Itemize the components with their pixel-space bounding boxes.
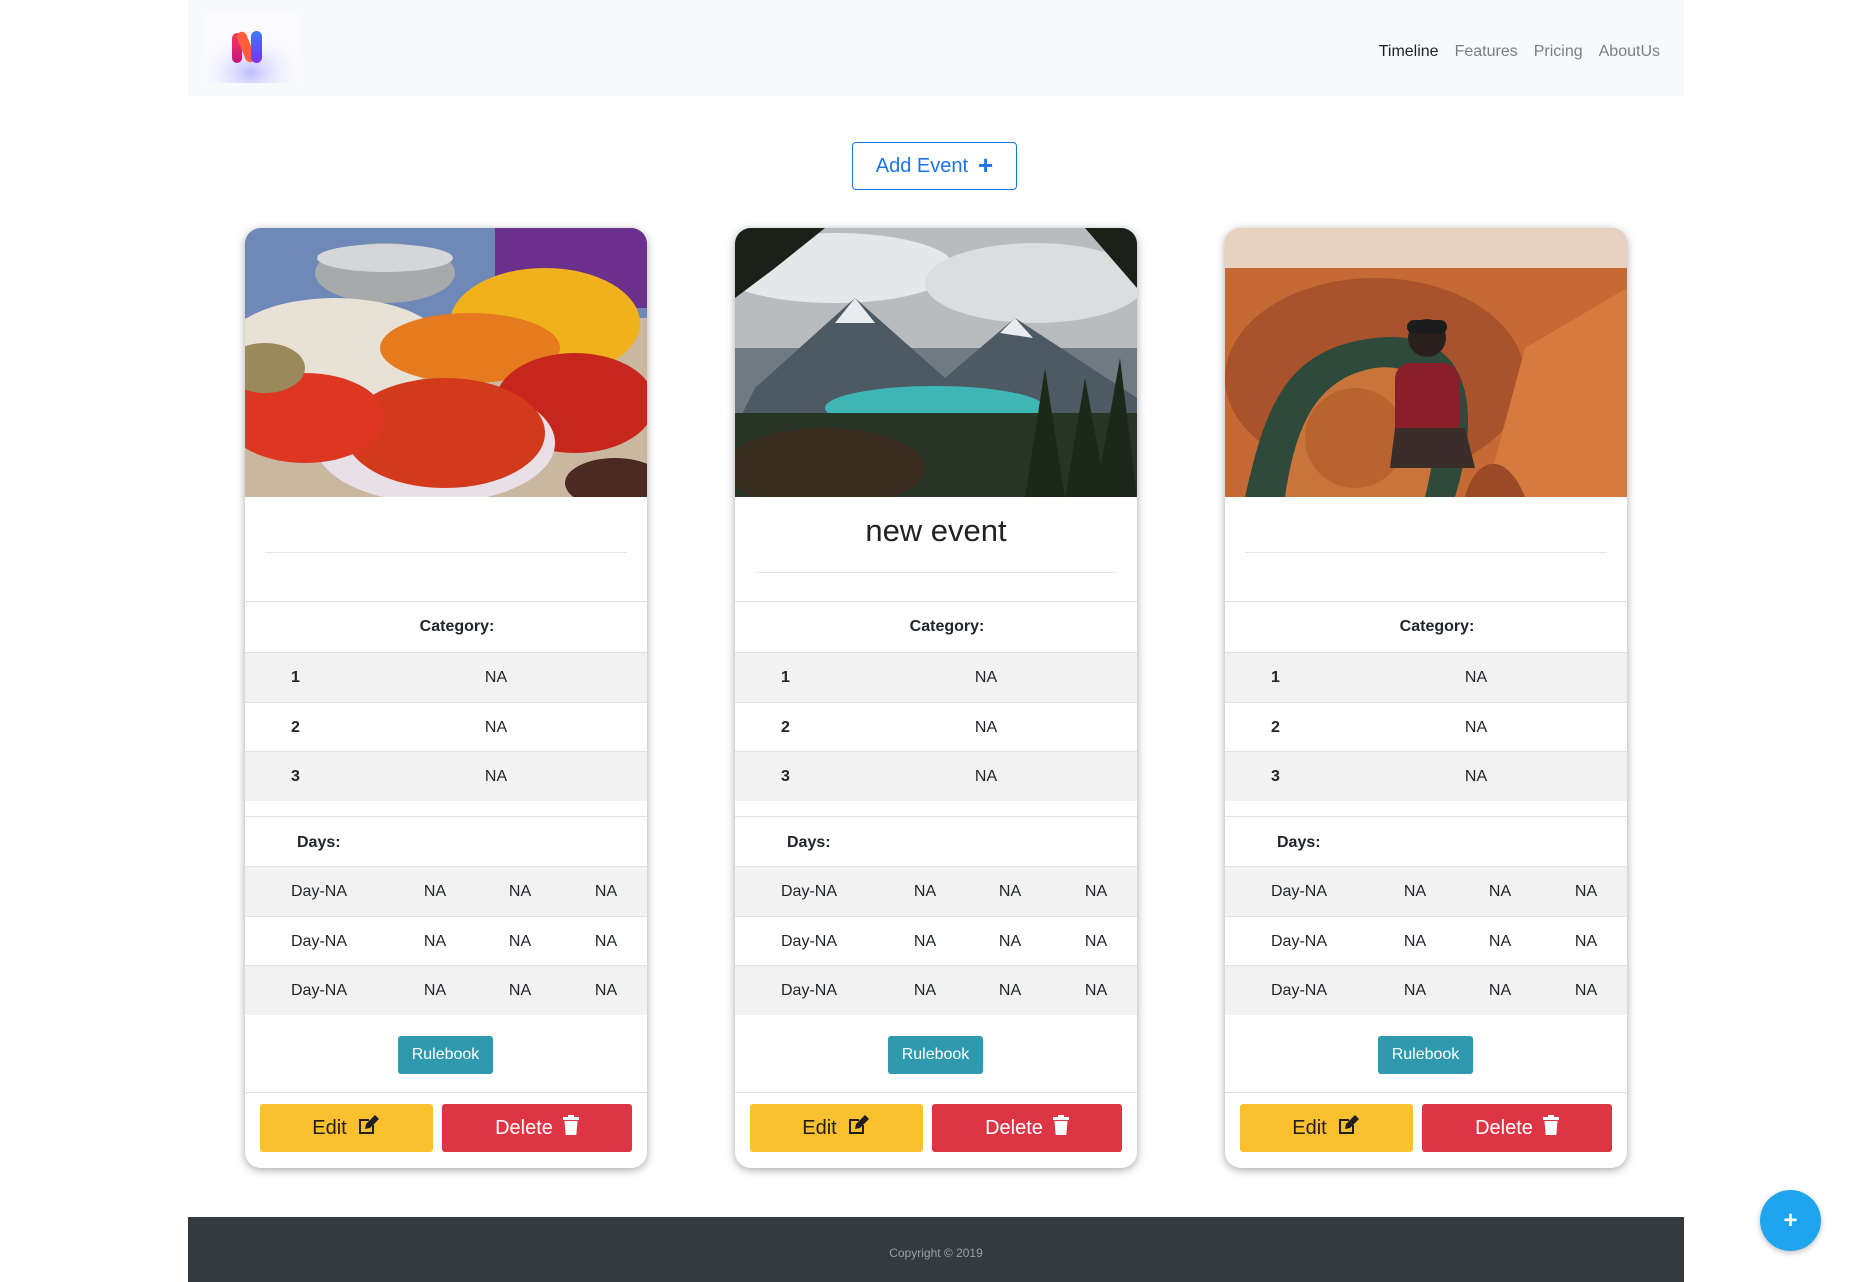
rulebook-button[interactable]: Rulebook <box>888 1036 983 1074</box>
divider <box>1225 1092 1627 1093</box>
delete-button[interactable]: Delete <box>932 1104 1122 1152</box>
edit-label: Edit <box>802 1116 837 1139</box>
event-card: Category: 1 NA 2 NA 3 NA Days: Day-NA NA NA NA… <box>1225 228 1627 1168</box>
trash-icon <box>1052 1115 1069 1141</box>
nav-link-timeline[interactable]: Timeline <box>1379 43 1439 61</box>
days-header: Days: <box>297 834 341 851</box>
delete-label: Delete <box>1475 1116 1533 1139</box>
trash-icon <box>562 1115 579 1141</box>
divider <box>245 1092 647 1093</box>
category-header: Category: <box>909 618 985 635</box>
days-header: Days: <box>1277 834 1321 851</box>
day-row: Day-NA NA NA NA <box>1225 867 1627 916</box>
divider <box>735 1092 1137 1093</box>
category-row: 2 NA <box>781 719 998 736</box>
rulebook-button[interactable]: Rulebook <box>1378 1036 1473 1074</box>
edit-label: Edit <box>312 1116 347 1139</box>
add-event-label: Add Event <box>875 154 969 177</box>
day-row: Day-NA NA NA NA <box>735 867 1137 916</box>
title-divider <box>1245 552 1607 553</box>
event-image-spices <box>245 228 647 497</box>
rulebook-button[interactable]: Rulebook <box>398 1036 493 1074</box>
page: Timeline Features Pricing AboutUs Add Ev… <box>0 0 1857 1282</box>
event-card: Category: 1 NA 2 NA 3 NA Days: Day-NA NA NA NA… <box>245 228 647 1168</box>
category-row: 2 NA <box>291 719 508 736</box>
title-divider <box>755 572 1117 573</box>
navbar: Timeline Features Pricing AboutUs <box>188 0 1684 96</box>
delete-button[interactable]: Delete <box>442 1104 632 1152</box>
edit-icon <box>357 1114 381 1142</box>
event-title: new event <box>865 513 1007 548</box>
floating-add-button[interactable]: + <box>1760 1190 1821 1251</box>
edit-button[interactable]: Edit <box>260 1104 433 1152</box>
brand-logo[interactable] <box>203 13 298 83</box>
event-image-mountain <box>735 228 1137 497</box>
category-row: 3 NA <box>245 752 647 801</box>
day-row: Day-NA NA NA NA <box>245 966 647 1015</box>
day-row: Day-NA NA NA NA <box>1270 933 1598 950</box>
days-header: Days: <box>787 834 831 851</box>
category-row: 1 NA <box>1225 653 1627 702</box>
category-row: 2 NA <box>1271 719 1488 736</box>
edit-button[interactable]: Edit <box>750 1104 923 1152</box>
day-row: Day-NA NA NA NA <box>290 933 618 950</box>
plus-icon: + <box>978 150 994 180</box>
delete-label: Delete <box>985 1116 1043 1139</box>
day-row: Day-NA NA NA NA <box>1225 966 1627 1015</box>
event-image-canyon <box>1225 228 1627 497</box>
category-row: 1 NA <box>245 653 647 702</box>
category-header: Category: <box>419 618 495 635</box>
nav-link-features[interactable]: Features <box>1455 43 1518 61</box>
day-row: Day-NA NA NA NA <box>780 933 1108 950</box>
add-event-button[interactable]: Add Event + <box>852 142 1017 190</box>
category-header: Category: <box>1399 618 1475 635</box>
category-row: 3 NA <box>735 752 1137 801</box>
trash-icon <box>1542 1115 1559 1141</box>
day-row: Day-NA NA NA NA <box>245 867 647 916</box>
copyright-text: Copyright © 2019 <box>889 1246 983 1260</box>
nav-link-aboutus[interactable]: AboutUs <box>1599 43 1660 61</box>
nav-links: Timeline Features Pricing AboutUs <box>1379 43 1660 61</box>
title-divider <box>265 552 627 553</box>
edit-label: Edit <box>1292 1116 1327 1139</box>
plus-icon: + <box>1783 1206 1798 1234</box>
edit-icon <box>847 1114 871 1142</box>
delete-label: Delete <box>495 1116 553 1139</box>
category-row: 3 NA <box>1225 752 1627 801</box>
edit-icon <box>1337 1114 1361 1142</box>
nav-link-pricing[interactable]: Pricing <box>1534 43 1583 61</box>
day-row: Day-NA NA NA NA <box>735 966 1137 1015</box>
category-row: 1 NA <box>735 653 1137 702</box>
footer: Copyright © 2019 <box>188 1217 1684 1282</box>
event-card: new event Category: 1 NA 2 NA 3 NA Days: Da… <box>735 228 1137 1168</box>
delete-button[interactable]: Delete <box>1422 1104 1612 1152</box>
edit-button[interactable]: Edit <box>1240 1104 1413 1152</box>
